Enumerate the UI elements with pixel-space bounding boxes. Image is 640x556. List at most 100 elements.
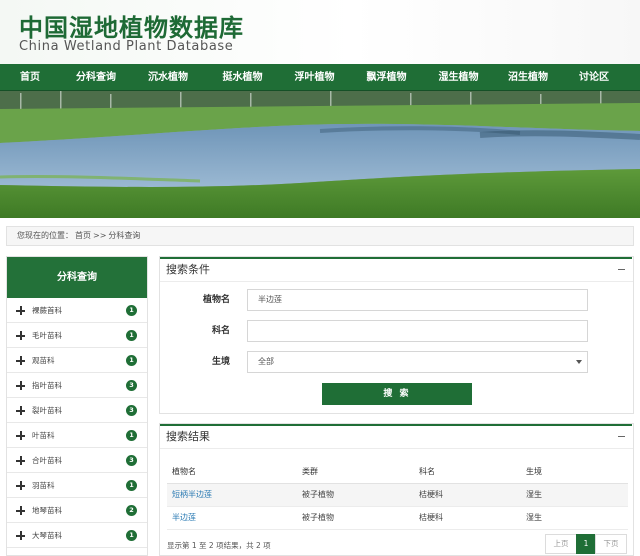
plus-icon	[16, 530, 25, 540]
nav-item-floating-leaf[interactable]: 浮叶植物	[281, 64, 348, 91]
column-header-plant[interactable]: 植物名	[167, 460, 297, 484]
nav-item-emergent[interactable]: 挺水植物	[204, 64, 281, 91]
prev-page-button[interactable]: 上页	[545, 534, 577, 554]
column-header-family[interactable]: 科名	[414, 460, 521, 484]
plant-name-row: 植物名 半边莲	[160, 289, 635, 311]
site-header: 中国湿地植物数据库 China Wetland Plant Database	[0, 0, 640, 64]
breadcrumb-current: 分科查询	[108, 231, 141, 240]
sidebar-item-label: 大琴苗科	[32, 530, 62, 540]
habitat-select-value: 全部	[258, 357, 274, 366]
sidebar-item-label: 观苗科	[32, 355, 55, 365]
sidebar-item[interactable]: 毛叶苗科 1	[7, 323, 147, 348]
sidebar-item[interactable]: 合叶苗科 3	[7, 448, 147, 473]
sidebar-item[interactable]: 羽苗科 1	[7, 473, 147, 498]
family-cell: 桔梗科	[414, 483, 521, 507]
search-conditions-panel: 搜索条件 植物名 半边莲 科名 生境 全部 搜 索	[159, 256, 634, 414]
next-page-button[interactable]: 下页	[595, 534, 627, 554]
count-badge: 1	[126, 330, 137, 341]
sidebar-title: 分科查询	[7, 257, 147, 298]
plant-name-label: 植物名	[202, 295, 230, 305]
results-panel-title-text: 搜索结果	[166, 430, 210, 443]
plus-icon	[16, 480, 25, 490]
plus-icon	[16, 330, 25, 340]
plus-icon	[16, 380, 25, 390]
site-title: 中国湿地植物数据库	[19, 14, 244, 42]
results-panel-title: 搜索结果	[160, 424, 633, 449]
table-header-row: 植物名 类群 科名 生境	[167, 460, 628, 484]
habitat-cell: 湿生	[521, 506, 628, 530]
group-cell: 被子植物	[297, 506, 414, 530]
sidebar-item[interactable]: 大琴苗科 1	[7, 523, 147, 548]
family-sidebar: 分科查询 裸蕨首科 1 毛叶苗科 1 观苗科 1 指叶苗科 3 裂叶苗科 3 叶苗科 1 合…	[6, 256, 148, 556]
table-row: 半边莲 被子植物 桔梗科 湿生	[167, 506, 628, 530]
breadcrumb-separator: >>	[93, 231, 107, 240]
search-panel-title: 搜索条件	[160, 257, 633, 282]
sidebar-item-label: 毛叶苗科	[32, 330, 62, 340]
sidebar-item[interactable]: 指叶苗科 3	[7, 373, 147, 398]
count-badge: 1	[126, 480, 137, 491]
search-button[interactable]: 搜 索	[322, 383, 472, 405]
collapse-icon[interactable]	[618, 269, 625, 270]
plus-icon	[16, 505, 25, 515]
count-badge: 3	[126, 455, 137, 466]
plus-icon	[16, 305, 25, 315]
search-results-panel: 搜索结果 植物名 类群 科名 生境 短柄半边莲 被子植物 桔梗科 湿生 半边莲 …	[159, 423, 634, 556]
sidebar-item-label: 地琴苗科	[32, 505, 62, 515]
group-cell: 被子植物	[297, 483, 414, 507]
main-nav: 首页 分科查询 沉水植物 挺水植物 浮叶植物 飘浮植物 湿生植物 沼生植物 讨论…	[0, 64, 640, 91]
breadcrumb-prefix: 您现在的位置：	[17, 231, 73, 240]
column-header-habitat[interactable]: 生境	[521, 460, 628, 484]
breadcrumb-home-link[interactable]: 首页	[75, 231, 91, 240]
page-1-button[interactable]: 1	[576, 534, 596, 554]
plus-icon	[16, 430, 25, 440]
count-badge: 3	[126, 405, 137, 416]
nav-item-marsh[interactable]: 沼生植物	[492, 64, 564, 91]
nav-item-free-floating[interactable]: 飘浮植物	[348, 64, 425, 91]
habitat-cell: 湿生	[521, 483, 628, 507]
nav-item-home[interactable]: 首页	[0, 64, 60, 91]
sidebar-item-label: 裸蕨首科	[32, 305, 62, 315]
table-row: 短柄半边莲 被子植物 桔梗科 湿生	[167, 483, 628, 507]
nav-item-forum[interactable]: 讨论区	[564, 64, 624, 91]
sidebar-item[interactable]: 叶苗科 1	[7, 423, 147, 448]
plant-name-link[interactable]: 短柄半边莲	[167, 483, 297, 507]
sidebar-item[interactable]: 裂叶苗科 3	[7, 398, 147, 423]
sidebar-item[interactable]: 观苗科 1	[7, 348, 147, 373]
sidebar-item-label: 合叶苗科	[32, 455, 62, 465]
sidebar-item[interactable]: 裸蕨首科 1	[7, 298, 147, 323]
family-name-input[interactable]	[247, 320, 588, 342]
habitat-row: 生境 全部	[160, 351, 635, 373]
sidebar-item-label: 裂叶苗科	[32, 405, 62, 415]
family-name-label: 科名	[211, 326, 230, 336]
plant-name-input[interactable]: 半边莲	[247, 289, 588, 311]
column-header-group[interactable]: 类群	[297, 460, 414, 484]
sidebar-item-label: 叶苗科	[32, 430, 55, 440]
nav-item-family-search[interactable]: 分科查询	[60, 64, 132, 91]
family-name-row: 科名	[160, 320, 635, 342]
habitat-select[interactable]: 全部	[247, 351, 588, 373]
pagination: 上页 1 下页	[545, 534, 627, 554]
plant-name-link[interactable]: 半边莲	[167, 506, 297, 530]
nav-item-submerged[interactable]: 沉水植物	[132, 64, 204, 91]
sidebar-list: 裸蕨首科 1 毛叶苗科 1 观苗科 1 指叶苗科 3 裂叶苗科 3 叶苗科 1 合叶苗科 3 …	[7, 298, 147, 555]
plus-icon	[16, 455, 25, 465]
sidebar-item[interactable]: 地琴苗科 2	[7, 498, 147, 523]
sidebar-item-label: 羽苗科	[32, 480, 55, 490]
search-panel-title-text: 搜索条件	[166, 263, 210, 276]
habitat-label: 生境	[211, 357, 230, 367]
count-badge: 1	[126, 430, 137, 441]
pagination-info: 显示第 1 至 2 项结果，共 2 项	[167, 541, 271, 550]
plus-icon	[16, 405, 25, 415]
plus-icon	[16, 355, 25, 365]
sidebar-item-label: 指叶苗科	[32, 380, 62, 390]
wetland-banner-image	[0, 91, 640, 218]
count-badge: 2	[126, 505, 137, 516]
breadcrumb: 您现在的位置： 首页 >> 分科查询	[6, 226, 634, 246]
count-badge: 1	[126, 305, 137, 316]
nav-item-hygrophyte[interactable]: 湿生植物	[425, 64, 492, 91]
chevron-down-icon	[576, 360, 582, 364]
sidebar-item[interactable]	[7, 548, 147, 555]
collapse-icon[interactable]	[618, 436, 625, 437]
count-badge: 1	[126, 530, 137, 541]
site-subtitle: China Wetland Plant Database	[19, 39, 234, 54]
